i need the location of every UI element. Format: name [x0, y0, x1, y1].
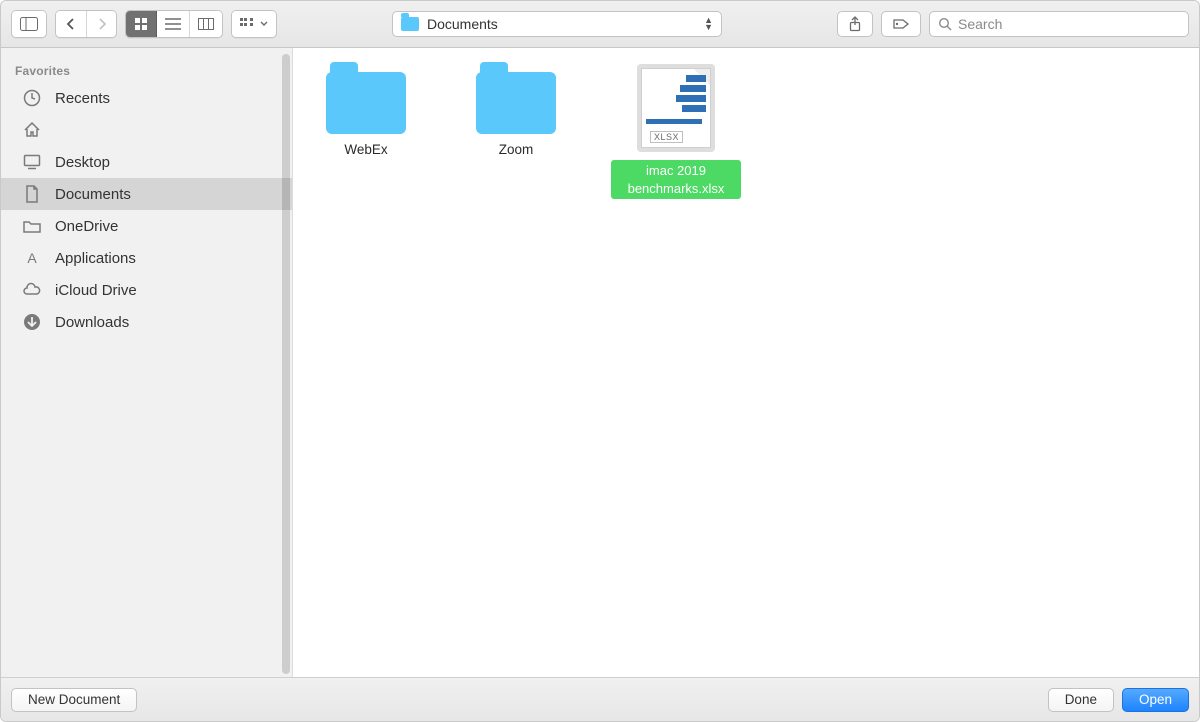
file-label: imac 2019 benchmarks.xlsx: [611, 160, 741, 199]
nav-group: [55, 10, 117, 38]
tag-icon: [892, 17, 910, 31]
sidebar-item-desktop[interactable]: Desktop: [1, 146, 292, 178]
tags-button[interactable]: [881, 11, 921, 37]
sidebar-item-icloud[interactable]: iCloud Drive: [1, 274, 292, 306]
sidebar-item-downloads[interactable]: Downloads: [1, 306, 292, 338]
back-button[interactable]: [56, 11, 86, 37]
icon-view-button[interactable]: [126, 11, 156, 37]
sidebar-toggle-group: [11, 10, 47, 38]
download-icon: [21, 312, 43, 332]
sidebar-item-home[interactable]: [1, 114, 292, 146]
icon-view-icon: [134, 17, 148, 31]
open-button[interactable]: Open: [1122, 688, 1189, 712]
file-thumbnail: XLSX: [637, 64, 715, 152]
share-icon: [848, 16, 862, 32]
dialog-footer: New Document Done Open: [1, 677, 1199, 721]
sidebar: Favorites Recents Desktop Documents: [1, 48, 293, 677]
forward-button[interactable]: [86, 11, 116, 37]
new-document-button[interactable]: New Document: [11, 688, 137, 712]
svg-text:A: A: [27, 250, 37, 266]
search-input[interactable]: [958, 16, 1180, 32]
sidebar-item-label: Downloads: [55, 314, 129, 331]
house-icon: [21, 120, 43, 140]
apps-icon: A: [21, 248, 43, 268]
group-by-button[interactable]: [232, 11, 276, 37]
list-view-button[interactable]: [156, 11, 189, 37]
file-ext-badge: XLSX: [650, 131, 683, 143]
file-item-file[interactable]: XLSX imac 2019 benchmarks.xlsx: [611, 64, 741, 199]
sidebar-item-label: Documents: [55, 186, 131, 203]
group-icon: [240, 18, 256, 30]
share-button[interactable]: [837, 11, 873, 37]
chevron-left-icon: [66, 18, 76, 30]
desktop-icon: [21, 152, 43, 172]
file-label: Zoom: [499, 142, 534, 159]
search-field[interactable]: [929, 11, 1189, 37]
search-icon: [938, 17, 952, 31]
sidebar-scrollbar[interactable]: [282, 54, 290, 674]
path-title: Documents: [427, 16, 696, 32]
column-view-button[interactable]: [189, 11, 222, 37]
sidebar-section-title: Favorites: [1, 58, 292, 82]
open-dialog-window: Documents ▲▼ Favorites: [0, 0, 1200, 722]
document-icon: [21, 184, 43, 204]
sidebar-item-label: Recents: [55, 90, 110, 107]
content-split: Favorites Recents Desktop Documents: [1, 48, 1199, 677]
sidebar-toggle-button[interactable]: [12, 11, 46, 37]
clock-icon: [21, 88, 43, 108]
group-by-group: [231, 10, 277, 38]
folder-icon: [476, 72, 556, 134]
done-button[interactable]: Done: [1048, 688, 1114, 712]
sidebar-item-documents[interactable]: Documents: [1, 178, 292, 210]
file-item-folder[interactable]: WebEx: [311, 64, 421, 199]
folder-icon: [21, 216, 43, 236]
sidebar-item-applications[interactable]: A Applications: [1, 242, 292, 274]
file-label: WebEx: [344, 142, 387, 159]
sidebar-item-label: Desktop: [55, 154, 110, 171]
file-grid[interactable]: WebEx Zoom XLSX imac 2019 benchmarks.xl: [293, 48, 1199, 677]
toolbar: Documents ▲▼: [1, 1, 1199, 48]
list-view-icon: [165, 18, 181, 30]
sidebar-icon: [20, 17, 38, 31]
column-view-icon: [198, 18, 214, 30]
view-mode-group: [125, 10, 223, 38]
sidebar-item-label: OneDrive: [55, 218, 118, 235]
file-item-folder[interactable]: Zoom: [461, 64, 571, 199]
sidebar-item-label: iCloud Drive: [55, 282, 137, 299]
path-control[interactable]: Documents ▲▼: [392, 11, 722, 37]
folder-icon: [401, 17, 419, 31]
cloud-icon: [21, 280, 43, 300]
chevron-down-icon: [260, 21, 268, 27]
sidebar-item-label: Applications: [55, 250, 136, 267]
updown-icon: ▲▼: [704, 18, 713, 30]
xlsx-icon: XLSX: [641, 68, 711, 148]
folder-icon: [326, 72, 406, 134]
chevron-right-icon: [97, 18, 107, 30]
sidebar-item-onedrive[interactable]: OneDrive: [1, 210, 292, 242]
sidebar-item-recents[interactable]: Recents: [1, 82, 292, 114]
